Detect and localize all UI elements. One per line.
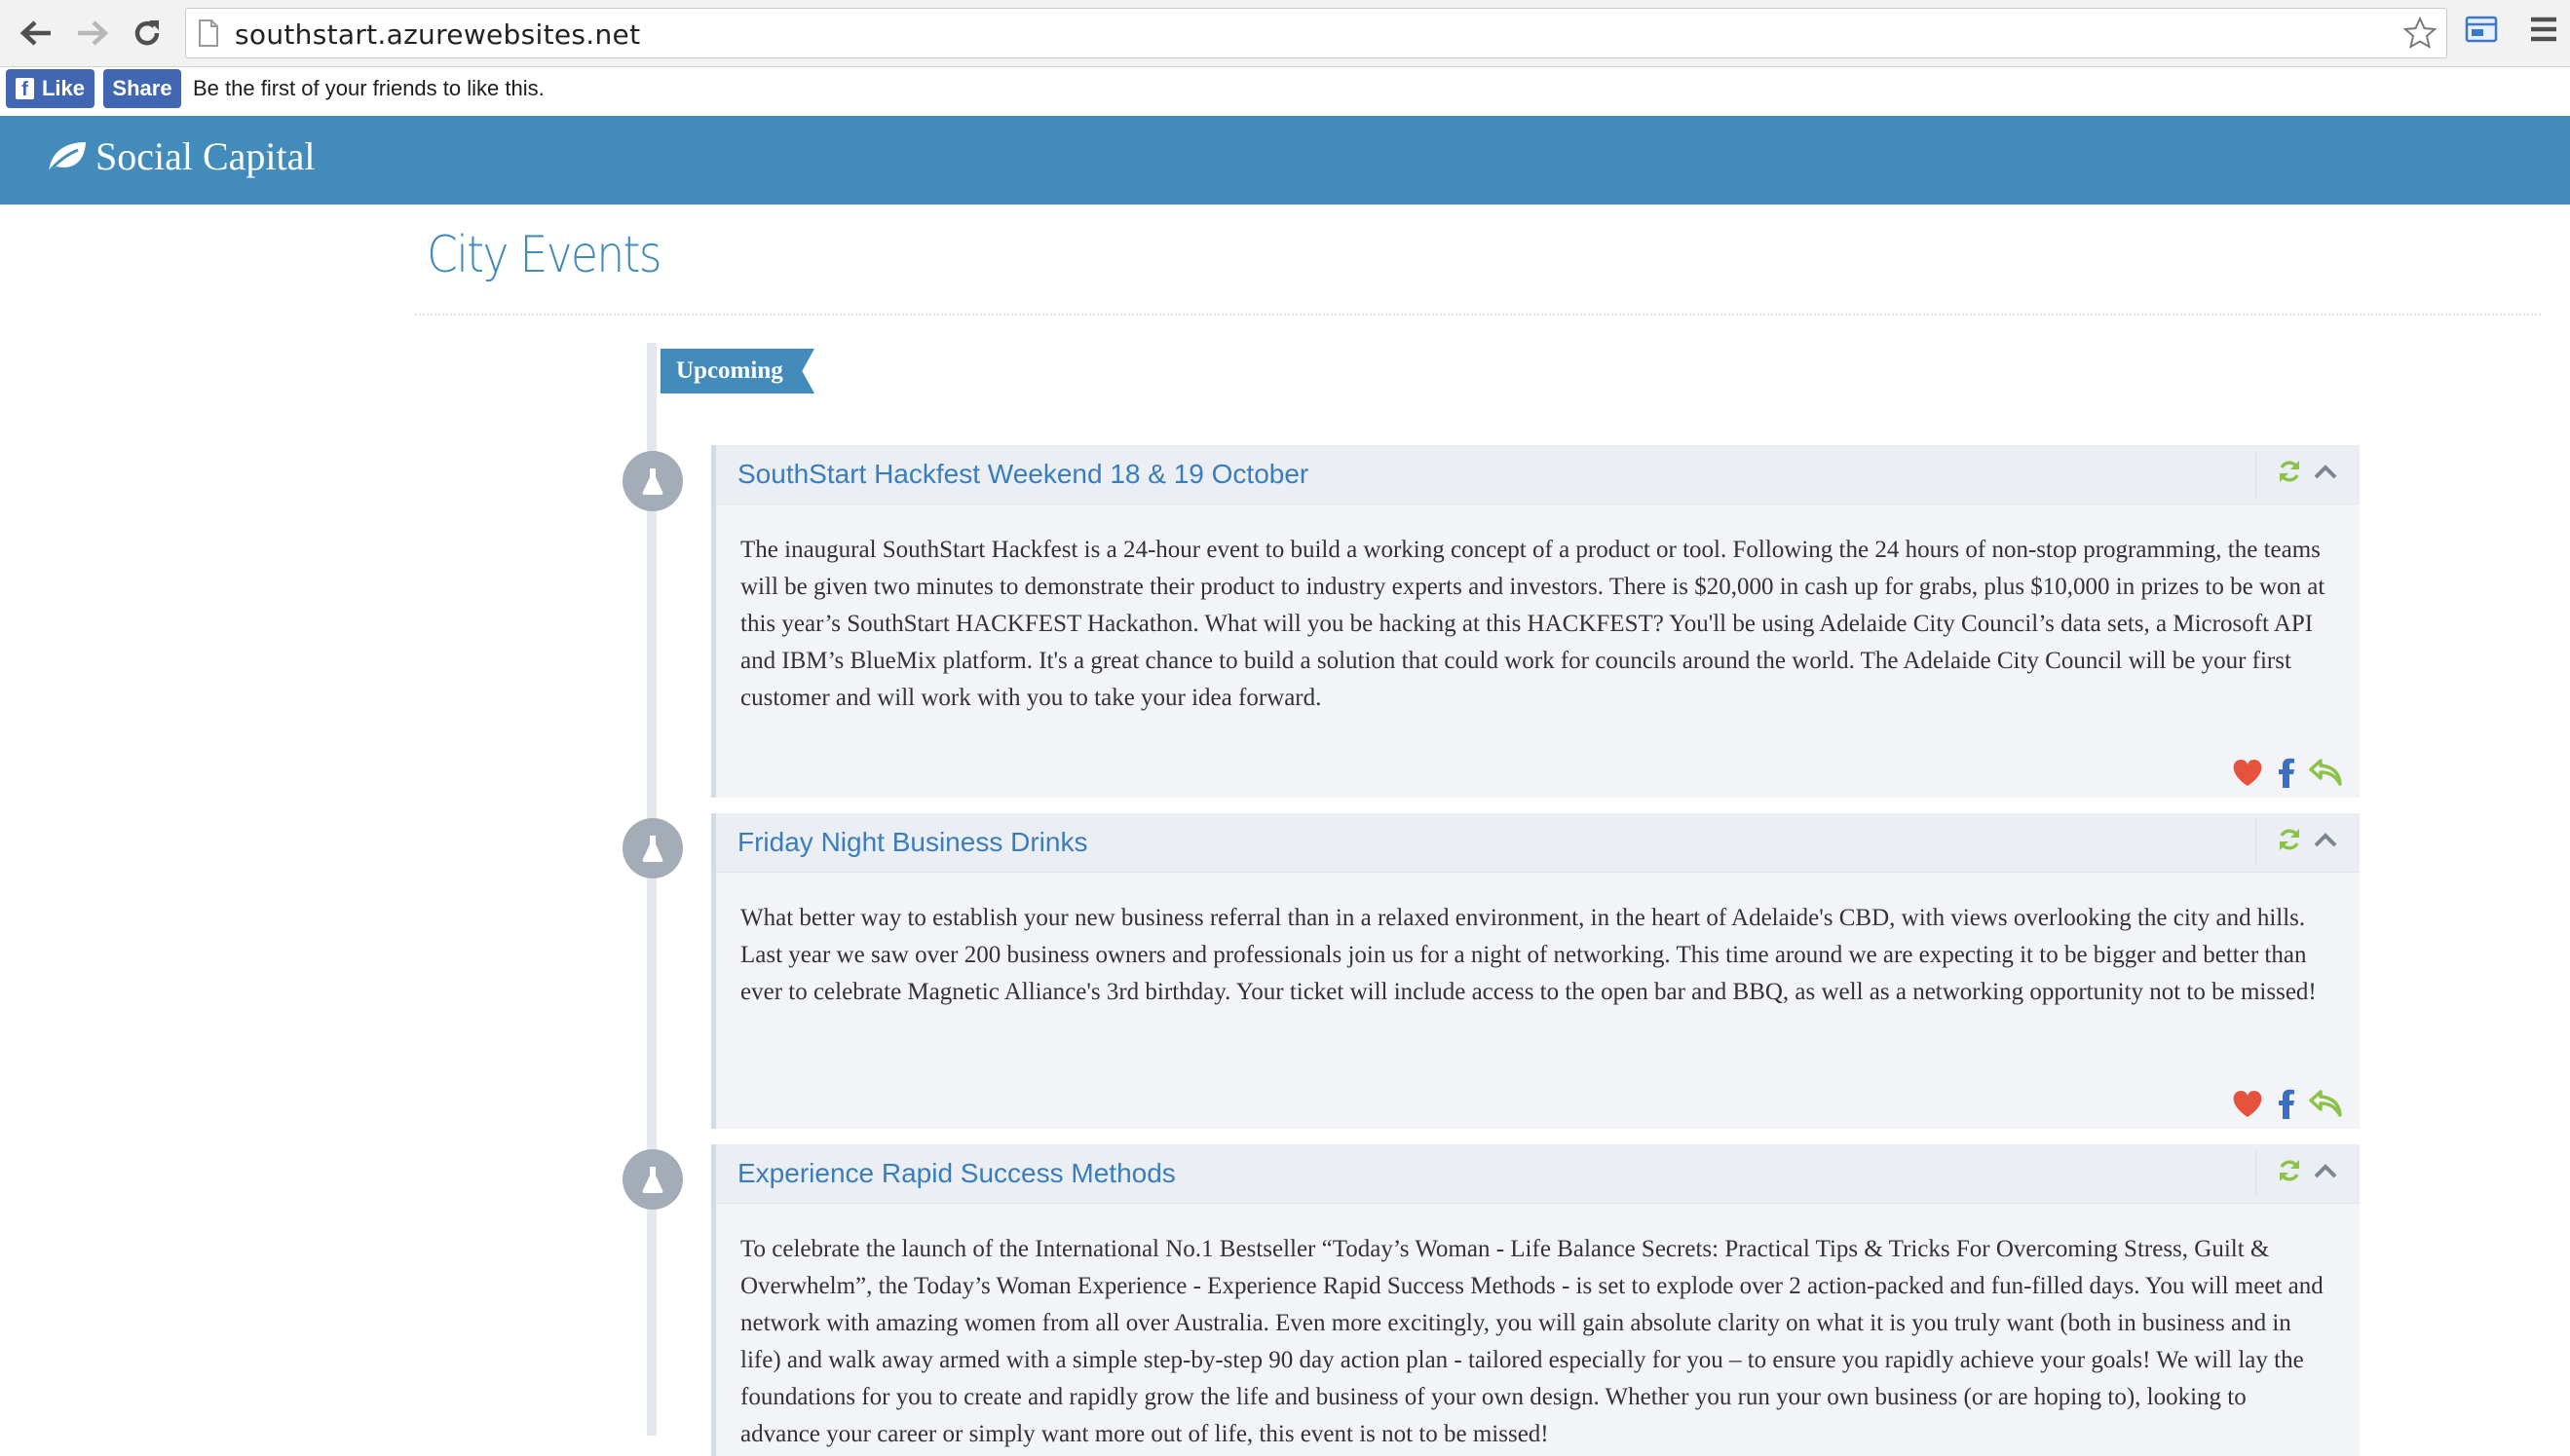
facebook-share-button[interactable]: Share — [103, 69, 181, 108]
flask-icon — [642, 836, 663, 862]
chevron-up-icon[interactable] — [2313, 1162, 2338, 1179]
event-actions — [2231, 1088, 2342, 1119]
facebook-social-text: Be the first of your friends to like thi… — [193, 76, 545, 100]
event-description: What better way to establish your new bu… — [740, 905, 2317, 1005]
facebook-icon[interactable] — [2278, 1088, 2295, 1119]
refresh-icon[interactable] — [2276, 827, 2303, 852]
star-icon[interactable] — [2403, 17, 2437, 50]
facebook-like-button[interactable]: f Like — [6, 69, 94, 108]
event-actions — [2231, 757, 2342, 788]
reload-icon — [134, 20, 160, 46]
menu-icon[interactable] — [2529, 16, 2558, 43]
back-button[interactable] — [12, 10, 60, 56]
leaf-icon — [47, 142, 86, 173]
timeline-marker — [623, 1149, 683, 1210]
forward-button[interactable] — [68, 10, 117, 56]
event-header[interactable]: SouthStart Hackfest Weekend 18 & 19 Octo… — [716, 445, 2360, 504]
facebook-bar: f Like Share Be the first of your friend… — [0, 67, 2570, 116]
flask-icon — [642, 468, 663, 495]
page-icon — [199, 19, 218, 47]
url-text[interactable]: southstart.azurewebsites.net — [235, 19, 640, 51]
reply-icon[interactable] — [2309, 1090, 2342, 1117]
event-card: Experience Rapid Success Methods To cele… — [711, 1144, 2360, 1456]
chevron-up-icon[interactable] — [2313, 463, 2338, 480]
page-title: City Events — [427, 226, 662, 284]
arrow-left-icon — [19, 20, 51, 46]
facebook-icon[interactable] — [2278, 757, 2295, 788]
browser-toolbar: southstart.azurewebsites.net — [0, 0, 2570, 67]
event-header[interactable]: Friday Night Business Drinks — [716, 813, 2360, 873]
event-description: The inaugural SouthStart Hackfest is a 2… — [740, 537, 2325, 711]
heart-icon[interactable] — [2231, 1089, 2264, 1118]
reload-button[interactable] — [123, 10, 171, 56]
event-tools — [2255, 819, 2360, 866]
share-label: Share — [112, 76, 172, 100]
event-description: To celebrate the launch of the Internati… — [740, 1236, 2324, 1447]
like-label: Like — [41, 76, 85, 100]
refresh-icon[interactable] — [2276, 1158, 2303, 1183]
heart-icon[interactable] — [2231, 758, 2264, 787]
event-title[interactable]: Friday Night Business Drinks — [737, 827, 1087, 858]
flask-icon — [642, 1167, 663, 1193]
refresh-icon[interactable] — [2276, 459, 2303, 484]
event-title[interactable]: Experience Rapid Success Methods — [737, 1158, 1176, 1189]
reply-icon[interactable] — [2309, 759, 2342, 786]
timeline-marker — [623, 451, 683, 511]
event-tools — [2255, 451, 2360, 498]
title-divider — [415, 314, 2541, 316]
event-tools — [2255, 1150, 2360, 1197]
event-card: SouthStart Hackfest Weekend 18 & 19 Octo… — [711, 445, 2360, 798]
chevron-up-icon[interactable] — [2313, 831, 2338, 848]
address-bar[interactable]: southstart.azurewebsites.net — [185, 8, 2447, 58]
event-header[interactable]: Experience Rapid Success Methods — [716, 1144, 2360, 1204]
arrow-right-icon — [78, 20, 109, 46]
site-header: Social Capital — [0, 116, 2570, 205]
extension-icon[interactable] — [2465, 14, 2498, 45]
brand-name[interactable]: Social Capital — [95, 133, 316, 179]
facebook-icon: f — [16, 78, 34, 100]
upcoming-label: Upcoming — [661, 349, 814, 393]
event-card: Friday Night Business Drinks What better… — [711, 813, 2360, 1129]
event-title[interactable]: SouthStart Hackfest Weekend 18 & 19 Octo… — [737, 459, 1308, 490]
timeline-marker — [623, 818, 683, 878]
